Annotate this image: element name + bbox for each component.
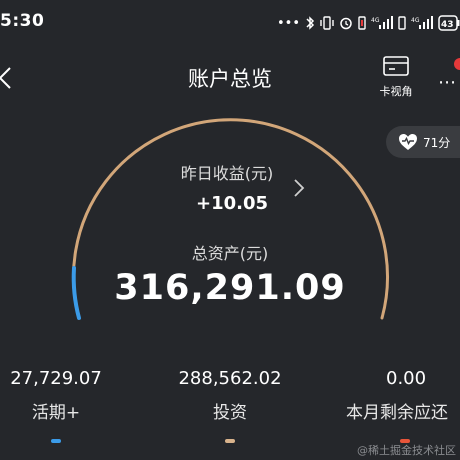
summary-item-repayment[interactable]: 0.00 本月剩余应还	[346, 368, 460, 443]
yesterday-earnings-label: 昨日收益(元)	[180, 164, 274, 183]
summary-amount: 0.00	[386, 368, 427, 389]
total-assets-value: 316,291.09	[114, 268, 346, 308]
summary-amount: 288,562.02	[178, 368, 282, 389]
yesterday-earnings-value: +10.05	[195, 193, 269, 214]
summary-label: 本月剩余应还	[346, 403, 448, 423]
summary-item-investment[interactable]: 288,562.02 投资	[165, 368, 295, 443]
total-assets-label: 总资产(元)	[191, 244, 269, 263]
summary-item-current[interactable]: 27,729.07 活期+	[0, 368, 120, 443]
summary-label: 活期+	[31, 403, 81, 423]
summary-label: 投资	[213, 403, 247, 423]
summary-indicator	[225, 439, 235, 443]
chevron-right-icon[interactable]	[292, 178, 306, 198]
watermark: @稀土掘金技术社区	[357, 444, 456, 457]
summary-indicator	[51, 439, 61, 443]
summary-amount: 27,729.07	[10, 368, 102, 389]
